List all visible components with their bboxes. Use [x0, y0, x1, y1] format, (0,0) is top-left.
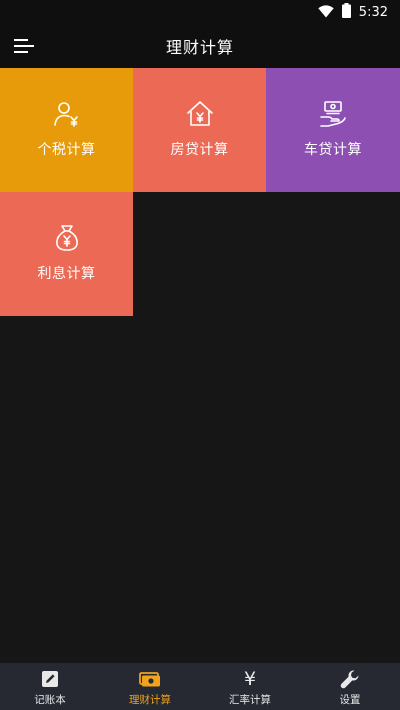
nav-item-finance[interactable]: 理财计算: [100, 663, 200, 710]
tile-income-tax[interactable]: 个税计算: [0, 68, 133, 192]
screen: 5:32 理财计算 个税计算 房贷计算 车贷计算 利息计算 记账本 理财计算 ¥…: [0, 0, 400, 710]
status-bar: 5:32: [0, 0, 400, 24]
menu-icon: [14, 39, 34, 53]
tile-label: 利息计算: [37, 266, 96, 282]
nav-label: 汇率计算: [229, 693, 271, 706]
notebook-pen-icon: [42, 670, 58, 687]
app-bar: 理财计算: [0, 24, 400, 68]
car-loan-icon: [320, 101, 346, 127]
tile-mortgage[interactable]: 房贷计算: [133, 68, 266, 192]
cash-icon: [139, 671, 160, 686]
nav-label: 设置: [339, 693, 361, 706]
menu-button[interactable]: [10, 32, 38, 60]
page-title: 理财计算: [165, 38, 234, 57]
tile-interest[interactable]: 利息计算: [0, 192, 133, 316]
battery-icon: [341, 2, 351, 22]
wifi-icon: [318, 3, 334, 22]
nav-item-exchange[interactable]: ¥ 汇率计算: [200, 663, 300, 710]
wrench-icon: [340, 669, 359, 688]
nav-label: 记账本: [34, 693, 66, 706]
bottom-nav: 记账本 理财计算 ¥ 汇率计算 设置: [0, 663, 400, 710]
tile-label: 车贷计算: [304, 142, 362, 158]
tile-car-loan[interactable]: 车贷计算: [266, 68, 400, 192]
money-bag-icon: [55, 225, 78, 251]
tile-label: 房贷计算: [170, 142, 229, 158]
nav-item-settings[interactable]: 设置: [300, 663, 400, 710]
tile-label: 个税计算: [37, 142, 96, 158]
status-time: 5:32: [358, 4, 388, 20]
nav-item-notebook[interactable]: 记账本: [0, 663, 100, 710]
nav-label: 理财计算: [129, 693, 171, 706]
house-yen-icon: [186, 101, 213, 126]
yen-icon: ¥: [243, 667, 257, 690]
user-yen-icon: [53, 102, 78, 127]
